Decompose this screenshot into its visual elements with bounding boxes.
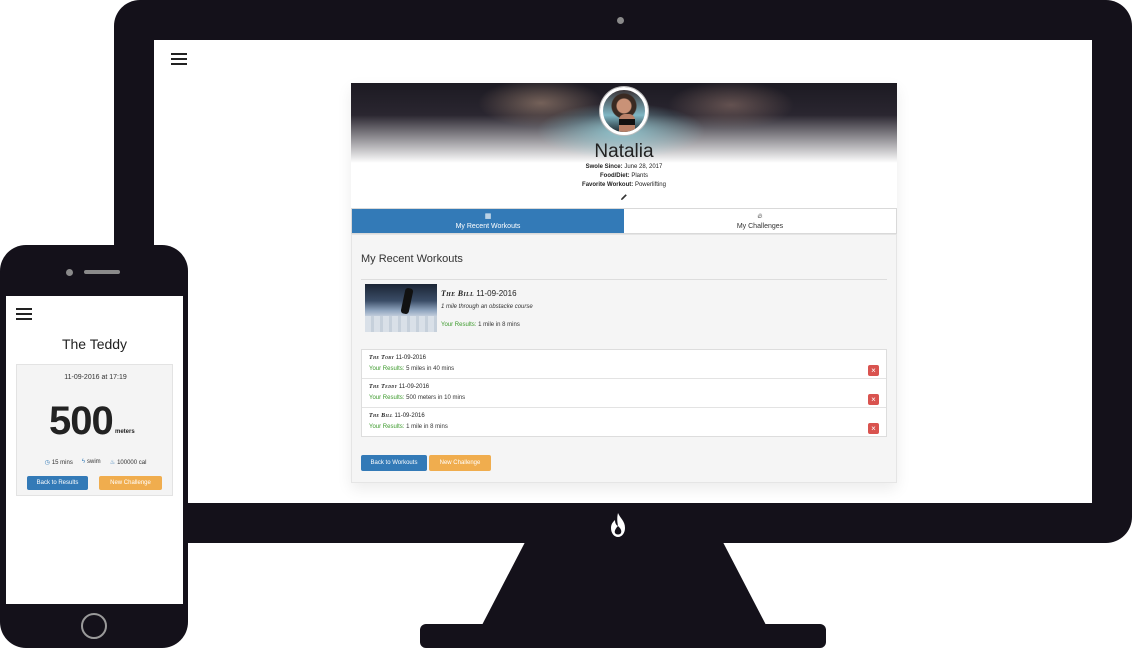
- tab-label: My Challenges: [736, 222, 784, 230]
- result-label: Your Results:: [369, 395, 405, 401]
- divider: [361, 279, 887, 280]
- profile-name: Natalia: [594, 141, 654, 162]
- duration-value: 15 mins: [51, 460, 73, 466]
- calories-stat: ♨ 100000 cal: [110, 459, 147, 466]
- flame-logo-icon: [611, 513, 625, 537]
- tab-recent-workouts[interactable]: ▦ My Recent Workouts: [352, 209, 624, 233]
- delete-button[interactable]: ×: [868, 423, 879, 434]
- profile-card: Natalia Swole Since: June 28, 2017 Food/…: [351, 83, 897, 483]
- section-title: My Recent Workouts: [361, 253, 463, 265]
- pencil-icon[interactable]: [620, 193, 628, 201]
- workout-name: The Bill: [369, 413, 393, 419]
- workout-result: Your Results: 1 mile in 8 mins: [369, 424, 448, 430]
- calories-value: 100000 cal: [117, 460, 147, 466]
- result-value: 5 miles in 40 mins: [406, 366, 455, 372]
- featured-workout-result: Your Results: 1 mile in 8 mins: [441, 322, 520, 328]
- fire-icon: ♨: [109, 460, 116, 466]
- food-diet-stat: Food/Diet: Plants: [351, 173, 897, 179]
- food-diet-value: Plants: [631, 173, 649, 179]
- tab-label: My Recent Workouts: [455, 222, 521, 230]
- workout-name: The Teddy: [369, 384, 398, 390]
- result-value: 1 mile in 8 mins: [478, 322, 520, 328]
- monitor-stand: [482, 543, 766, 625]
- phone-home-button[interactable]: [81, 613, 107, 639]
- phone-screen: The Teddy 11-09-2016 at 17:19 500 meters…: [6, 296, 183, 604]
- result-meta: ◷ 15 mins ϟ swim ♨ 100000 cal: [17, 459, 174, 466]
- result-value: 1 mile in 8 mins: [406, 424, 448, 430]
- result-timestamp: 11-09-2016 at 17:19: [64, 374, 127, 381]
- back-to-workouts-button[interactable]: Back to Workouts: [361, 455, 427, 471]
- list-item[interactable]: The Teddy 11-09-2016 Your Results: 500 m…: [362, 379, 886, 408]
- result-label: Your Results:: [441, 322, 477, 328]
- menu-icon[interactable]: [16, 308, 32, 320]
- profile-tabs: ▦ My Recent Workouts 🔥︎ My Challenges: [351, 208, 897, 234]
- list-item[interactable]: The Bill 11-09-2016 Your Results: 1 mile…: [362, 408, 886, 437]
- featured-workout-description: 1 mile through an obstacke course: [441, 304, 533, 310]
- swole-since-label: Swole Since:: [585, 164, 623, 170]
- swole-since-stat: Swole Since: June 28, 2017: [351, 164, 897, 170]
- favorite-workout-value: Powerlifting: [634, 182, 666, 188]
- result-unit: meters: [115, 429, 135, 435]
- workout-title: The Toby 11-09-2016: [369, 355, 426, 361]
- page-title: The Teddy: [61, 336, 128, 352]
- phone-camera: [66, 269, 73, 276]
- new-challenge-button[interactable]: New Challenge: [429, 455, 491, 471]
- activity-stat: ϟ swim: [82, 459, 101, 466]
- list-item[interactable]: The Toby 11-09-2016 Your Results: 5 mile…: [362, 350, 886, 379]
- menu-icon[interactable]: [171, 53, 187, 65]
- favorite-workout-stat: Favorite Workout: Powerlifting: [351, 182, 897, 188]
- result-label: Your Results:: [369, 366, 405, 372]
- workout-date: 11-09-2016: [394, 413, 425, 419]
- featured-workout-name: The Bill: [441, 289, 474, 298]
- food-diet-label: Food/Diet:: [599, 173, 630, 179]
- new-challenge-button[interactable]: New Challenge: [99, 476, 162, 490]
- phone-speaker: [84, 270, 120, 274]
- result-value: 500: [49, 399, 114, 443]
- workout-date: 11-09-2016: [398, 384, 430, 390]
- avatar: [600, 87, 648, 135]
- monitor-camera: [617, 17, 624, 24]
- flame-icon: 🔥︎: [757, 212, 763, 220]
- swole-since-value: June 28, 2017: [624, 164, 663, 170]
- delete-button[interactable]: ×: [868, 394, 879, 405]
- tab-my-challenges[interactable]: 🔥︎ My Challenges: [624, 209, 896, 233]
- workout-result: Your Results: 5 miles in 40 mins: [369, 366, 454, 372]
- monitor-stand-base: [420, 624, 826, 648]
- workout-list: The Toby 11-09-2016 Your Results: 5 mile…: [361, 349, 887, 437]
- workout-name: The Toby: [369, 355, 395, 361]
- result-value: 500 meters in 10 mins: [406, 395, 466, 401]
- workout-date: 11-09-2016: [395, 355, 426, 361]
- workout-result: Your Results: 500 meters in 10 mins: [369, 395, 465, 401]
- workout-title: The Bill 11-09-2016: [369, 413, 425, 419]
- delete-button[interactable]: ×: [868, 365, 879, 376]
- clock-icon: ◷: [44, 460, 50, 466]
- activity-value: swim: [87, 459, 101, 465]
- featured-workout-date: 11-09-2016: [476, 289, 517, 298]
- featured-workout-image: [365, 284, 437, 332]
- result-label: Your Results:: [369, 424, 405, 430]
- back-to-results-button[interactable]: Back to Results: [27, 476, 88, 490]
- featured-workout-title: The Bill 11-09-2016: [441, 289, 517, 298]
- favorite-workout-label: Favorite Workout:: [582, 182, 634, 188]
- workouts-panel: My Recent Workouts The Bill 11-09-2016 1…: [351, 234, 897, 483]
- bolt-icon: ϟ: [81, 459, 86, 465]
- result-card: 11-09-2016 at 17:19 500 meters ◷ 15 mins …: [16, 364, 173, 496]
- calendar-icon: ▦: [484, 212, 492, 220]
- duration-stat: ◷ 15 mins: [45, 459, 73, 466]
- desktop-screen: Natalia Swole Since: June 28, 2017 Food/…: [154, 40, 1092, 503]
- workout-title: The Teddy 11-09-2016: [369, 384, 429, 390]
